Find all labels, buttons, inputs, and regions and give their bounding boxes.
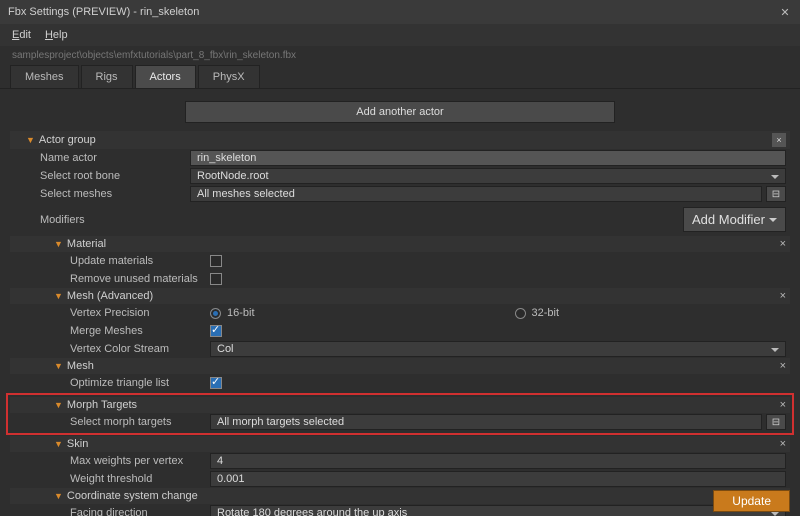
content-area: Add another actor ▼ Actor group × Name a… (0, 89, 800, 516)
remove-material-button[interactable]: × (780, 238, 786, 250)
row-merge-meshes: Merge Meshes (10, 322, 790, 340)
checkbox-merge-meshes[interactable] (210, 325, 222, 337)
row-vertex-color-stream: Vertex Color Stream Col (10, 340, 790, 358)
section-morph-targets[interactable]: ▼ Morph Targets × (10, 397, 790, 413)
remove-skin-button[interactable]: × (780, 438, 786, 450)
section-actor-group-label: Actor group (39, 134, 772, 146)
section-actor-group[interactable]: ▼ Actor group × (10, 131, 790, 149)
row-select-meshes: Select meshes All meshes selected ⊟ (10, 185, 790, 203)
label-update-materials: Update materials (70, 255, 210, 267)
morph-picker-button[interactable]: ⊟ (766, 414, 786, 430)
section-material[interactable]: ▼ Material × (10, 236, 790, 252)
chevron-down-icon: ▼ (26, 135, 35, 145)
menu-help[interactable]: Help (45, 29, 68, 41)
label-select-morph-targets: Select morph targets (70, 416, 210, 428)
label-16bit: 16-bit (227, 307, 255, 319)
file-path: samplesproject\objects\emfxtutorials\par… (0, 46, 800, 65)
section-morph-targets-label: Morph Targets (67, 399, 780, 411)
row-modifiers: Modifiers Add Modifier (10, 203, 790, 236)
footer: Update (713, 490, 790, 512)
row-remove-unused: Remove unused materials (10, 270, 790, 288)
title-bar: Fbx Settings (PREVIEW) - rin_skeleton ✕ (0, 0, 800, 24)
remove-mesh-button[interactable]: × (780, 360, 786, 372)
row-select-morph-targets: Select morph targets All morph targets s… (10, 413, 790, 431)
row-vertex-precision: Vertex Precision 16-bit 32-bit (10, 304, 790, 322)
checkbox-update-materials[interactable] (210, 255, 222, 267)
checkbox-remove-unused[interactable] (210, 273, 222, 285)
mesh-picker-button[interactable]: ⊟ (766, 186, 786, 202)
input-name-actor[interactable]: rin_skeleton (190, 150, 786, 166)
chevron-down-icon: ▼ (54, 361, 63, 371)
remove-mesh-advanced-button[interactable]: × (780, 290, 786, 302)
update-button[interactable]: Update (713, 490, 790, 512)
label-root-bone: Select root bone (40, 170, 190, 182)
label-weight-threshold: Weight threshold (70, 473, 210, 485)
tab-meshes[interactable]: Meshes (10, 65, 79, 88)
row-facing-direction: Facing direction Rotate 180 degrees arou… (10, 504, 790, 516)
label-name-actor: Name actor (40, 152, 190, 164)
morph-targets-highlight: ▼ Morph Targets × Select morph targets A… (6, 393, 794, 435)
tab-actors[interactable]: Actors (135, 65, 196, 88)
section-material-label: Material (67, 238, 780, 250)
label-modifiers: Modifiers (40, 214, 683, 226)
row-weight-threshold: Weight threshold 0.001 (10, 470, 790, 488)
chevron-down-icon: ▼ (54, 239, 63, 249)
section-mesh-label: Mesh (67, 360, 780, 372)
row-name-actor: Name actor rin_skeleton (10, 149, 790, 167)
chevron-down-icon: ▼ (54, 291, 63, 301)
close-icon[interactable]: ✕ (778, 6, 792, 19)
chevron-down-icon: ▼ (54, 439, 63, 449)
input-max-weights[interactable]: 4 (210, 453, 786, 469)
label-vertex-precision: Vertex Precision (70, 307, 210, 319)
menu-bar: Edit Help (0, 24, 800, 46)
row-max-weights: Max weights per vertex 4 (10, 452, 790, 470)
field-select-meshes: All meshes selected (190, 186, 762, 202)
row-update-materials: Update materials (10, 252, 790, 270)
label-remove-unused: Remove unused materials (70, 273, 210, 285)
label-merge-meshes: Merge Meshes (70, 325, 210, 337)
combo-root-bone[interactable]: RootNode.root (190, 168, 786, 184)
remove-actor-group-button[interactable]: × (772, 133, 786, 147)
add-modifier-button[interactable]: Add Modifier (683, 207, 786, 232)
field-morph-targets: All morph targets selected (210, 414, 762, 430)
chevron-down-icon: ▼ (54, 400, 63, 410)
tab-bar: Meshes Rigs Actors PhysX (0, 65, 800, 89)
section-mesh-advanced[interactable]: ▼ Mesh (Advanced) × (10, 288, 790, 304)
menu-edit[interactable]: Edit (12, 29, 31, 41)
input-weight-threshold[interactable]: 0.001 (210, 471, 786, 487)
tab-rigs[interactable]: Rigs (81, 65, 133, 88)
label-optimize-triangle: Optimize triangle list (70, 377, 210, 389)
row-root-bone: Select root bone RootNode.root (10, 167, 790, 185)
section-mesh-advanced-label: Mesh (Advanced) (67, 290, 780, 302)
radio-32bit[interactable] (515, 308, 526, 319)
label-select-meshes: Select meshes (40, 188, 190, 200)
section-coordinate-label: Coordinate system change (67, 490, 780, 502)
section-mesh[interactable]: ▼ Mesh × (10, 358, 790, 374)
label-max-weights: Max weights per vertex (70, 455, 210, 467)
window-title: Fbx Settings (PREVIEW) - rin_skeleton (8, 6, 778, 18)
checkbox-optimize-triangle[interactable] (210, 377, 222, 389)
combo-facing-direction[interactable]: Rotate 180 degrees around the up axis (210, 505, 786, 516)
row-optimize-triangle: Optimize triangle list (10, 374, 790, 392)
section-skin[interactable]: ▼ Skin × (10, 436, 790, 452)
combo-vertex-color-stream[interactable]: Col (210, 341, 786, 357)
remove-morph-targets-button[interactable]: × (780, 399, 786, 411)
label-facing-direction: Facing direction (70, 507, 210, 516)
label-32bit: 32-bit (532, 307, 560, 319)
chevron-down-icon: ▼ (54, 491, 63, 501)
radio-16bit[interactable] (210, 308, 221, 319)
section-coordinate-system[interactable]: ▼ Coordinate system change × (10, 488, 790, 504)
label-vertex-color-stream: Vertex Color Stream (70, 343, 210, 355)
add-actor-button[interactable]: Add another actor (185, 101, 615, 123)
tab-physx[interactable]: PhysX (198, 65, 260, 88)
section-skin-label: Skin (67, 438, 780, 450)
